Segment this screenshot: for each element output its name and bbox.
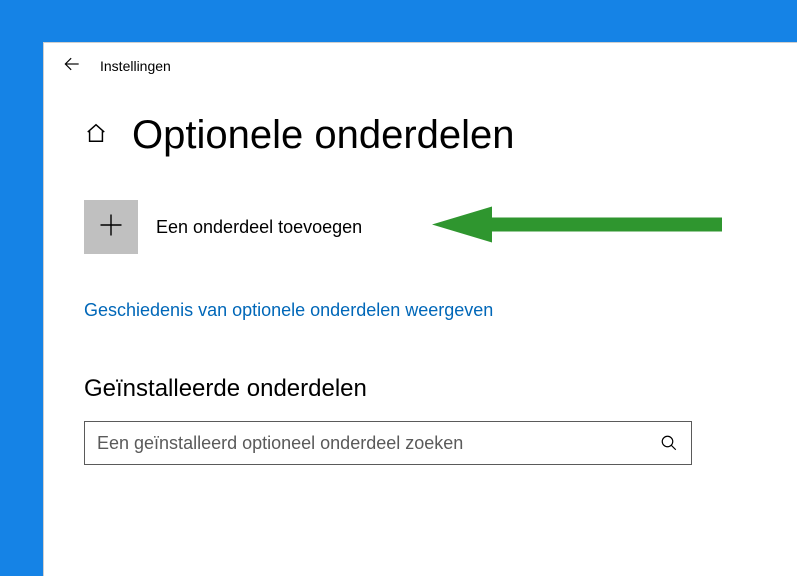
add-feature-label: Een onderdeel toevoegen	[156, 217, 362, 238]
search-input[interactable]	[97, 433, 659, 454]
search-icon	[659, 433, 679, 453]
add-icon-box	[84, 200, 138, 254]
back-arrow-icon	[62, 54, 82, 79]
page-title: Optionele onderdelen	[132, 113, 515, 158]
history-link[interactable]: Geschiedenis van optionele onderdelen we…	[84, 300, 493, 321]
home-icon	[85, 122, 107, 149]
add-feature-button[interactable]: Een onderdeel toevoegen	[84, 200, 757, 254]
search-box[interactable]	[84, 421, 692, 465]
plus-icon	[97, 211, 125, 244]
annotation-arrow	[432, 203, 722, 252]
app-title: Instellingen	[100, 58, 171, 74]
back-button[interactable]	[48, 43, 96, 89]
content-area: Optionele onderdelen Een onderdeel toevo…	[44, 89, 797, 465]
page-heading: Optionele onderdelen	[84, 113, 757, 158]
installed-heading: Geïnstalleerde onderdelen	[84, 375, 757, 403]
home-button[interactable]	[84, 124, 108, 148]
settings-window: Instellingen Optionele onderdelen	[43, 42, 797, 576]
titlebar: Instellingen	[44, 43, 797, 89]
